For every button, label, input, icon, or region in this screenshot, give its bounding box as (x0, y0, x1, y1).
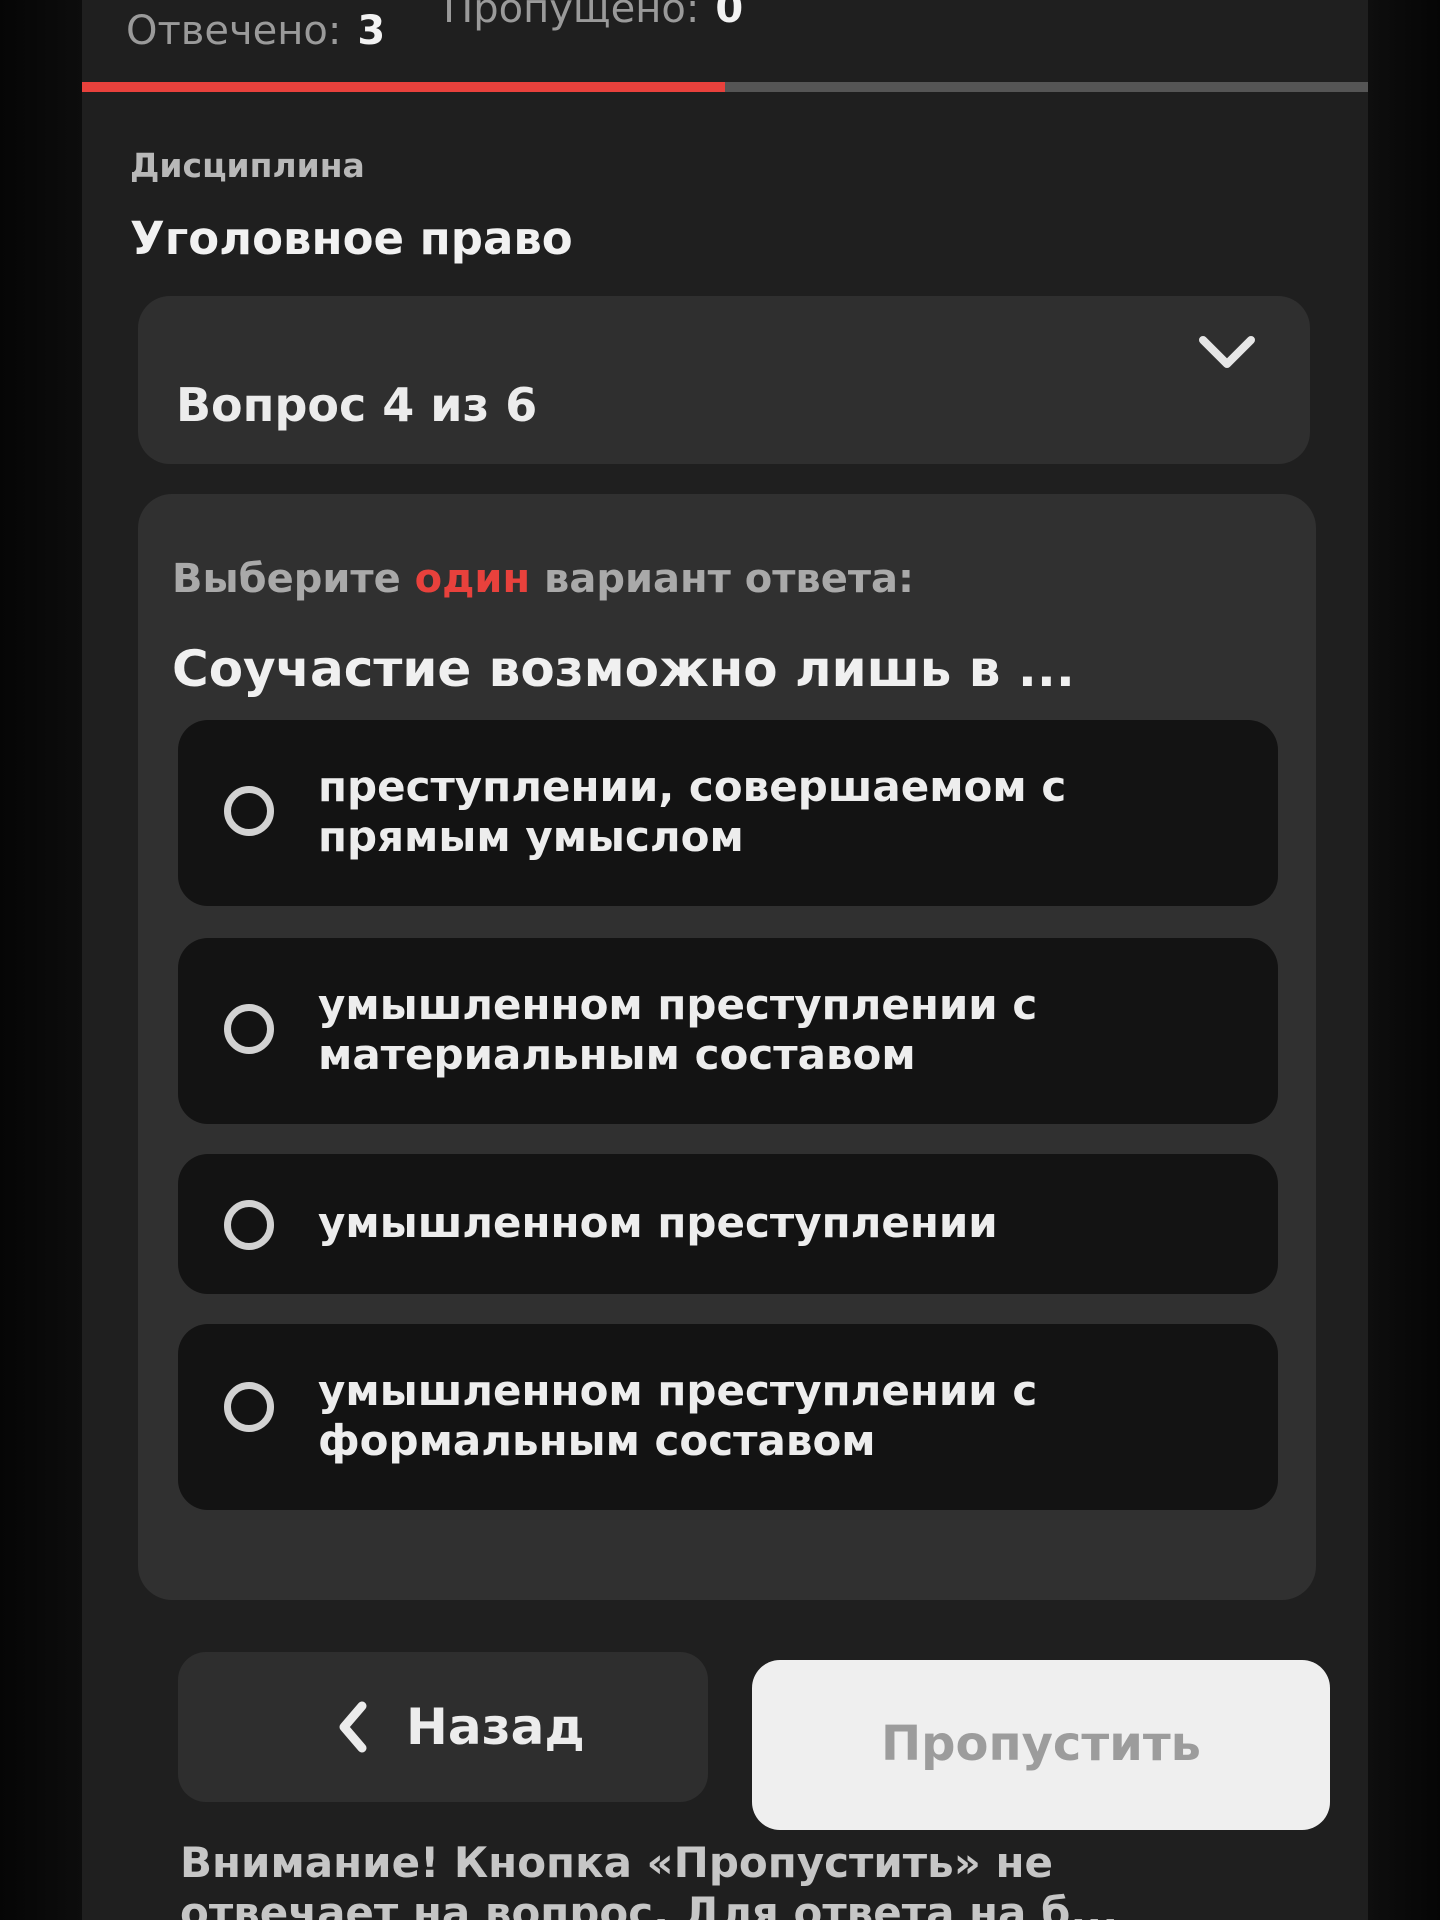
answer-option-label: умышленном преступлении с материальным с… (318, 980, 1038, 1079)
chevron-down-icon (1199, 336, 1255, 368)
skipped-label: Пропущено: (443, 0, 700, 32)
instruction-suffix: вариант ответа: (544, 556, 915, 602)
quiz-screen: Отвечено: 3 Пропущено: 0 Дисциплина Уголов… (82, 0, 1368, 1920)
progress-stats: Отвечено: 3 Пропущено: 0 (126, 0, 743, 54)
back-button[interactable]: Назад (178, 1652, 708, 1802)
progress-bar (82, 82, 1368, 92)
answered-count: 3 (357, 8, 386, 54)
skipped-count: 0 (715, 0, 744, 32)
discipline-label: Дисциплина (130, 146, 365, 185)
device-edge-left (0, 0, 82, 1920)
answer-option-label: умышленном преступлении (318, 1198, 998, 1247)
skip-button[interactable]: Пропустить (752, 1660, 1330, 1830)
device-edge-right (1368, 0, 1440, 1920)
question-selector-dropdown[interactable]: Вопрос 4 из 6 (138, 296, 1310, 464)
answer-option-3[interactable]: умышленном преступлении (178, 1154, 1278, 1294)
instruction-prefix: Выберите (172, 556, 401, 602)
radio-button-icon[interactable] (224, 786, 274, 836)
question-selector-label: Вопрос 4 из 6 (176, 378, 538, 432)
question-text: Соучастие возможно лишь в ... (172, 640, 1075, 698)
instruction-accent: один (414, 556, 531, 602)
skipped-stat: Пропущено: 0 (443, 0, 743, 54)
answered-label: Отвечено: (126, 8, 342, 54)
answer-option-label: преступлении, совершаемом с прямым умысл… (318, 762, 1067, 861)
chevron-left-icon (339, 1701, 367, 1753)
answer-option-label: умышленном преступлении с формальным сос… (318, 1366, 1038, 1465)
question-card: Выберите один вариант ответа: Соучастие … (138, 494, 1316, 1600)
answer-instruction: Выберите один вариант ответа: (172, 556, 914, 602)
skip-warning-text: Внимание! Кнопка «Пропустить» не отвечае… (180, 1838, 1119, 1920)
answer-option-2[interactable]: умышленном преступлении с материальным с… (178, 938, 1278, 1124)
back-button-label: Назад (406, 1698, 585, 1756)
radio-button-icon[interactable] (224, 1382, 274, 1432)
skip-button-label: Пропустить (880, 1716, 1202, 1772)
radio-button-icon[interactable] (224, 1200, 274, 1250)
answer-option-4[interactable]: умышленном преступлении с формальным сос… (178, 1324, 1278, 1510)
answer-option-1[interactable]: преступлении, совершаемом с прямым умысл… (178, 720, 1278, 906)
progress-bar-fill (82, 82, 725, 92)
radio-button-icon[interactable] (224, 1004, 274, 1054)
discipline-value: Уголовное право (130, 212, 573, 265)
answered-stat: Отвечено: 3 (126, 8, 385, 54)
